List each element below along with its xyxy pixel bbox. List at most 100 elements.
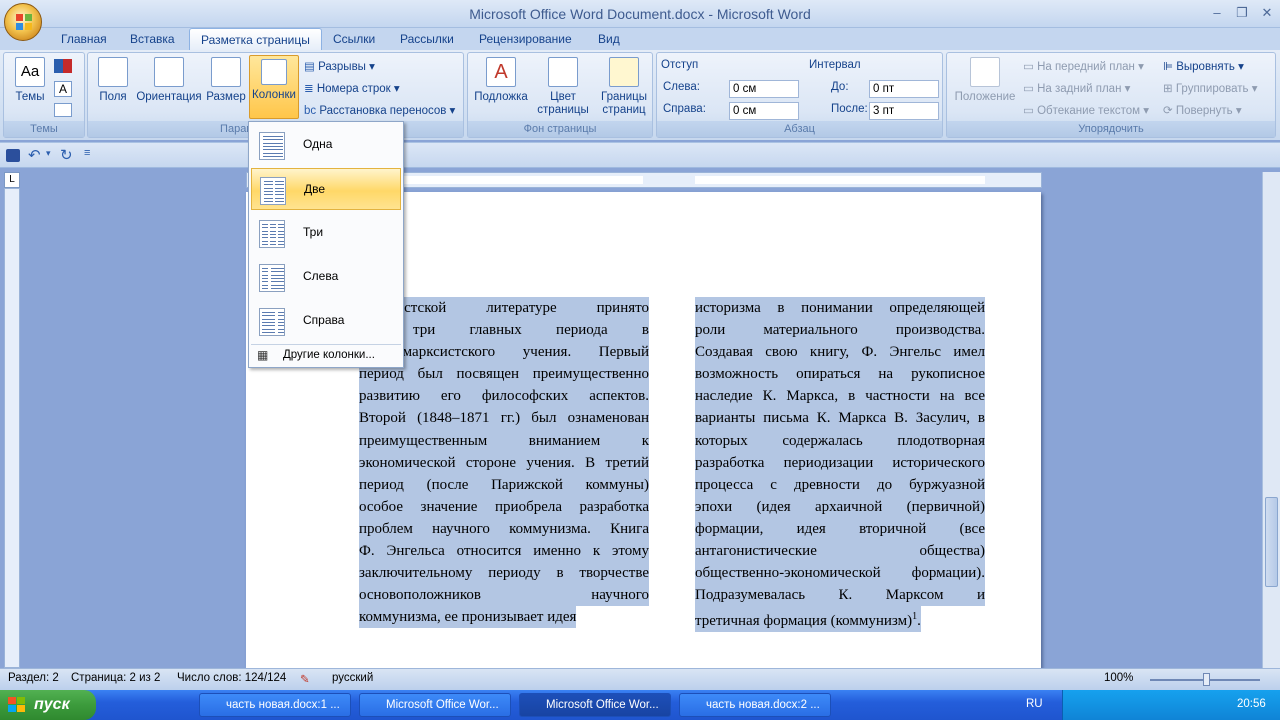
text-line[interactable]: заключительному периоду в творчестве: [359, 562, 649, 585]
page-color-button[interactable]: Цвет страницы: [530, 57, 596, 117]
status-zoom[interactable]: 100%: [1104, 672, 1133, 684]
text-line[interactable]: возможность опираться на рукописное: [695, 363, 985, 386]
page-color-icon: [548, 57, 578, 87]
zoom-slider-thumb[interactable]: [1203, 673, 1210, 686]
taskbar-button-1[interactable]: часть новая.docx:1 ...: [199, 693, 351, 717]
margins-button[interactable]: Поля: [94, 57, 132, 104]
taskbar-button-3[interactable]: Microsoft Office Wor...: [519, 693, 671, 717]
text-line[interactable]: Создавая свою книгу, Ф. Энгельс имел: [695, 341, 985, 364]
text-line[interactable]: Подразумевалась К. Марксом и: [695, 584, 985, 607]
spacing-title: Интервал: [809, 59, 861, 71]
tab-references[interactable]: Ссылки: [322, 28, 386, 50]
text-line[interactable]: разработка периодизации исторического: [695, 451, 985, 474]
language-indicator[interactable]: RU: [1026, 698, 1043, 710]
status-page[interactable]: Страница: 2 из 2: [71, 672, 160, 684]
text-line[interactable]: особое значение приобрела разработка: [359, 495, 649, 518]
spellcheck-icon[interactable]: ✎: [300, 672, 310, 686]
watermark-button[interactable]: A Подложка: [472, 57, 530, 104]
tab-insert[interactable]: Вставка: [119, 28, 186, 50]
columns-option-two[interactable]: Две: [251, 168, 401, 210]
scrollbar-thumb[interactable]: [1265, 497, 1278, 587]
taskbar-button-2[interactable]: Microsoft Office Wor...: [359, 693, 511, 717]
text-line[interactable]: которых содержалась плодотворная: [695, 429, 985, 452]
vertical-scrollbar[interactable]: [1262, 172, 1280, 668]
maximize-button[interactable]: ❐: [1232, 5, 1252, 21]
close-button[interactable]: ✕: [1257, 5, 1277, 21]
status-language[interactable]: русский: [332, 672, 373, 684]
text-line[interactable]: варианты письма К. Маркса В. Засулич, в: [695, 407, 985, 430]
tab-page-layout[interactable]: Разметка страницы: [189, 28, 322, 50]
theme-fonts-icon[interactable]: A: [54, 81, 72, 97]
office-button[interactable]: [4, 3, 42, 41]
redo-icon[interactable]: ↻: [60, 146, 73, 164]
text-line[interactable]: антагонистические общества): [695, 540, 985, 563]
text-line[interactable]: роли материального производства.: [695, 319, 985, 342]
page-borders-button[interactable]: Границы страниц: [596, 57, 652, 117]
text-line[interactable]: третичная формация (коммунизм)1.: [695, 606, 921, 633]
position-button[interactable]: Положение: [951, 57, 1019, 104]
tab-mailings[interactable]: Рассылки: [389, 28, 465, 50]
text-line[interactable]: процесса с древности до буржуазной: [695, 473, 985, 496]
minimize-button[interactable]: ‒: [1207, 5, 1227, 21]
text-line[interactable]: проблем научного коммунизма. Книга: [359, 517, 649, 541]
margins-icon: [98, 57, 128, 87]
themes-button[interactable]: Aa Темы: [10, 57, 50, 104]
footnote-mark[interactable]: 1: [912, 611, 917, 622]
status-words[interactable]: Число слов: 124/124: [177, 672, 286, 684]
send-back-button[interactable]: ▭ На задний план ▾: [1023, 81, 1130, 95]
save-icon[interactable]: [6, 149, 20, 162]
columns-option-right[interactable]: Справа: [251, 300, 401, 342]
columns-option-left[interactable]: Слева: [251, 256, 401, 298]
text-column-2[interactable]: историзма в понимании определяющей роли м…: [695, 297, 985, 633]
text-line[interactable]: наследие К. Маркса, в частности на все: [695, 385, 985, 408]
rotate-button[interactable]: ⟳ Повернуть ▾: [1163, 103, 1242, 117]
undo-icon[interactable]: ↶: [28, 146, 41, 164]
text-line[interactable]: развитию его философских аспектов.: [359, 385, 649, 408]
text-line[interactable]: эпохи (идея архаичной (первичной): [695, 495, 985, 518]
status-section[interactable]: Раздел: 2: [8, 672, 59, 684]
text-line[interactable]: историзма в понимании определяющей: [695, 297, 985, 320]
theme-effects-icon[interactable]: [54, 103, 72, 117]
indent-left-field[interactable]: 0 см: [729, 80, 799, 98]
indent-title: Отступ: [661, 59, 699, 71]
columns-button[interactable]: Колонки: [249, 55, 299, 119]
orientation-button[interactable]: Ориентация: [134, 57, 204, 104]
text-line[interactable]: основоположников научного: [359, 584, 649, 607]
columns-option-three[interactable]: Три: [251, 212, 401, 254]
text-line[interactable]: Второй (1848–1871 гг.) был ознаменован: [359, 407, 649, 430]
group-label-arrange: Упорядочить: [947, 121, 1275, 137]
tab-selector[interactable]: L: [4, 172, 20, 188]
columns-option-one[interactable]: Одна: [251, 124, 401, 166]
text-line[interactable]: период (после Парижской коммуны): [359, 473, 649, 496]
breaks-button[interactable]: ▤ Разрывы ▾: [304, 59, 375, 73]
indent-right-field[interactable]: 0 см: [729, 102, 799, 120]
vertical-ruler[interactable]: [4, 188, 20, 668]
text-line[interactable]: Ф. Энгельса относится именно к этому: [359, 540, 649, 563]
clock[interactable]: 20:56: [1237, 698, 1266, 710]
spacing-before-label: До:: [831, 81, 849, 93]
group-objects-button[interactable]: ⊞ Группировать ▾: [1163, 81, 1257, 95]
spacing-after-field[interactable]: 3 пт: [869, 102, 939, 120]
group-label-page-background: Фон страницы: [468, 121, 652, 137]
align-button[interactable]: ⊫ Выровнять ▾: [1163, 59, 1244, 73]
windows-logo-icon: [8, 697, 26, 713]
undo-dropdown-icon[interactable]: ▾: [46, 148, 51, 159]
tab-review[interactable]: Рецензирование: [468, 28, 583, 50]
line-numbers-button[interactable]: ≣ Номера строк ▾: [304, 81, 400, 95]
customize-qat-icon[interactable]: ≡: [84, 147, 90, 159]
tab-home[interactable]: Главная: [50, 28, 118, 50]
size-button[interactable]: Размер: [204, 57, 248, 104]
text-wrap-button[interactable]: ▭ Обтекание текстом ▾: [1023, 103, 1149, 117]
theme-colors-icon[interactable]: [54, 59, 72, 73]
text-line[interactable]: преимущественным вниманием к: [359, 429, 649, 452]
text-line[interactable]: экономической стороне учения. В третий: [359, 451, 649, 474]
text-line[interactable]: формации, идея вторичной (все: [695, 517, 985, 541]
hyphenation-button[interactable]: bc Расстановка переносов ▾: [304, 103, 455, 117]
tab-view[interactable]: Вид: [587, 28, 631, 50]
more-columns-item[interactable]: ▦ Другие колонки...: [251, 347, 401, 365]
bring-front-button[interactable]: ▭ На передний план ▾: [1023, 59, 1144, 73]
text-line[interactable]: коммунизма, ее пронизывает идея: [359, 606, 577, 629]
spacing-before-field[interactable]: 0 пт: [869, 80, 939, 98]
taskbar-button-4[interactable]: часть новая.docx:2 ...: [679, 693, 831, 717]
text-line[interactable]: общественно-экономической формации).: [695, 562, 985, 585]
